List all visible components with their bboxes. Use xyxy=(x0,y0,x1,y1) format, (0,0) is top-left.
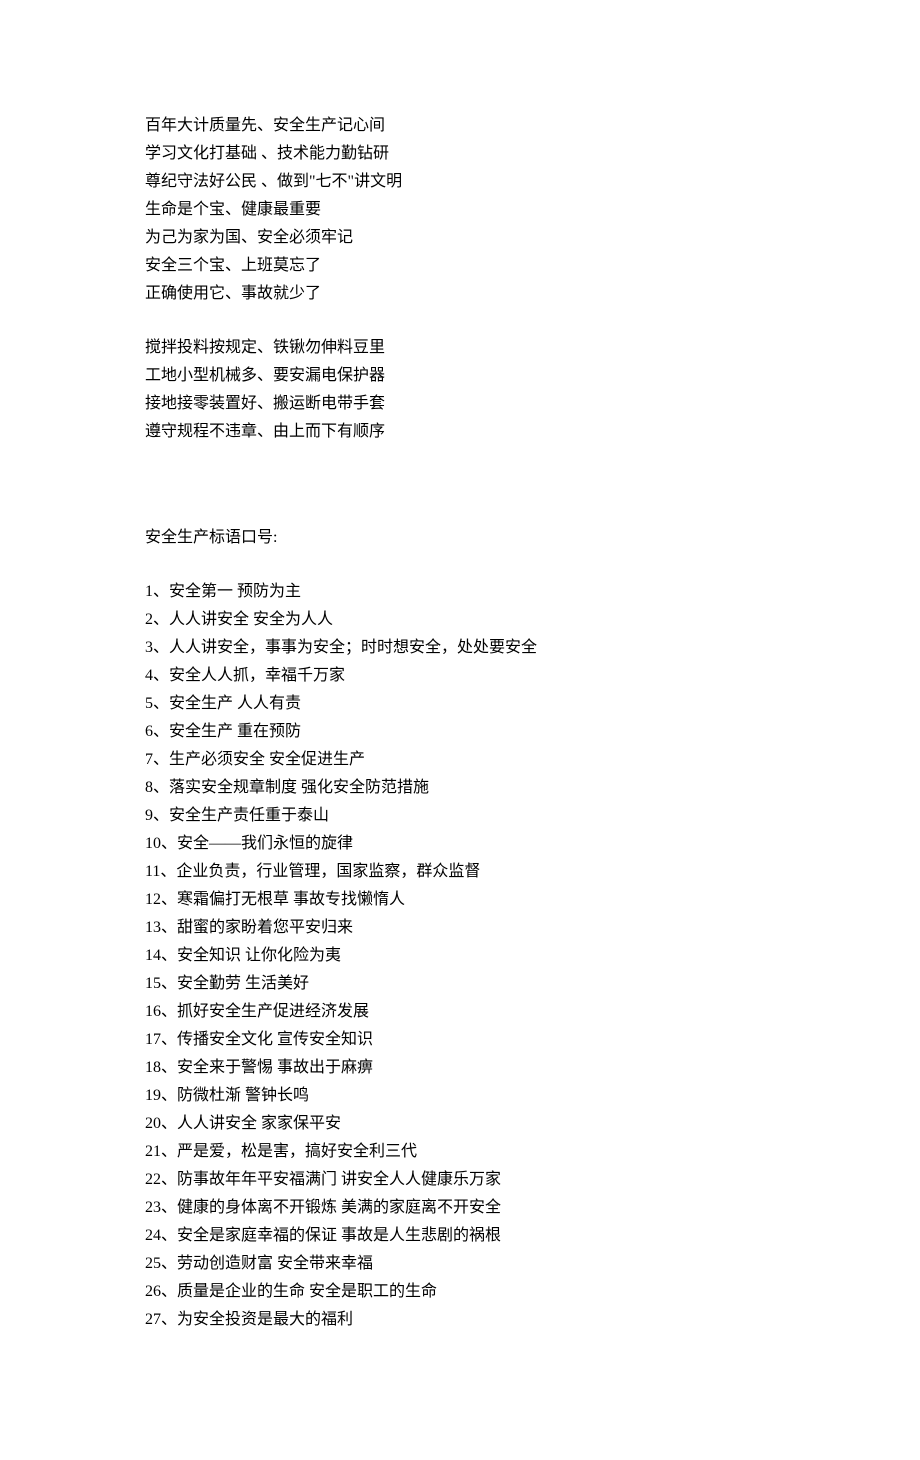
text-line: 生命是个宝、健康最重要 xyxy=(145,196,775,224)
text-line: 安全三个宝、上班莫忘了 xyxy=(145,252,775,280)
slogan-item: 2、人人讲安全 安全为人人 xyxy=(145,606,775,634)
slogan-item: 11、企业负责，行业管理，国家监察，群众监督 xyxy=(145,858,775,886)
slogan-item: 25、劳动创造财富 安全带来幸福 xyxy=(145,1250,775,1278)
slogan-item: 10、安全——我们永恒的旋律 xyxy=(145,830,775,858)
headline: 安全生产标语口号: xyxy=(145,524,775,552)
slogan-item: 4、安全人人抓，幸福千万家 xyxy=(145,662,775,690)
slogan-item: 13、甜蜜的家盼着您平安归来 xyxy=(145,914,775,942)
slogan-list: 1、安全第一 预防为主 2、人人讲安全 安全为人人 3、人人讲安全，事事为安全；… xyxy=(145,578,775,1334)
slogan-item: 16、抓好安全生产促进经济发展 xyxy=(145,998,775,1026)
slogan-item: 22、防事故年年平安福满门 讲安全人人健康乐万家 xyxy=(145,1166,775,1194)
slogan-item: 27、为安全投资是最大的福利 xyxy=(145,1306,775,1334)
slogan-item: 6、安全生产 重在预防 xyxy=(145,718,775,746)
slogan-item: 15、安全勤劳 生活美好 xyxy=(145,970,775,998)
slogan-item: 19、防微杜渐 警钟长鸣 xyxy=(145,1082,775,1110)
text-line: 遵守规程不违章、由上而下有顺序 xyxy=(145,418,775,446)
text-line: 搅拌投料按规定、铁锹勿伸料豆里 xyxy=(145,334,775,362)
slogan-item: 1、安全第一 预防为主 xyxy=(145,578,775,606)
text-line: 为己为家为国、安全必须牢记 xyxy=(145,224,775,252)
section-1: 百年大计质量先、安全生产记心间 学习文化打基础 、技术能力勤钻研 尊纪守法好公民… xyxy=(145,112,775,308)
text-line: 接地接零装置好、搬运断电带手套 xyxy=(145,390,775,418)
slogan-item: 20、人人讲安全 家家保平安 xyxy=(145,1110,775,1138)
text-line: 正确使用它、事故就少了 xyxy=(145,280,775,308)
text-line: 学习文化打基础 、技术能力勤钻研 xyxy=(145,140,775,168)
slogan-item: 23、健康的身体离不开锻炼 美满的家庭离不开安全 xyxy=(145,1194,775,1222)
slogan-item: 3、人人讲安全，事事为安全；时时想安全，处处要安全 xyxy=(145,634,775,662)
slogan-item: 17、传播安全文化 宣传安全知识 xyxy=(145,1026,775,1054)
document-page: 百年大计质量先、安全生产记心间 学习文化打基础 、技术能力勤钻研 尊纪守法好公民… xyxy=(0,0,920,1460)
text-line: 工地小型机械多、要安漏电保护器 xyxy=(145,362,775,390)
section-2: 搅拌投料按规定、铁锹勿伸料豆里 工地小型机械多、要安漏电保护器 接地接零装置好、… xyxy=(145,334,775,446)
text-line: 尊纪守法好公民 、做到"七不"讲文明 xyxy=(145,168,775,196)
slogan-item: 18、安全来于警惕 事故出于麻痹 xyxy=(145,1054,775,1082)
slogan-item: 7、生产必须安全 安全促进生产 xyxy=(145,746,775,774)
slogan-item: 8、落实安全规章制度 强化安全防范措施 xyxy=(145,774,775,802)
slogan-item: 5、安全生产 人人有责 xyxy=(145,690,775,718)
slogan-item: 21、严是爱，松是害，搞好安全利三代 xyxy=(145,1138,775,1166)
slogan-item: 14、安全知识 让你化险为夷 xyxy=(145,942,775,970)
slogan-item: 24、安全是家庭幸福的保证 事故是人生悲剧的祸根 xyxy=(145,1222,775,1250)
slogan-item: 9、安全生产责任重于泰山 xyxy=(145,802,775,830)
slogan-item: 12、寒霜偏打无根草 事故专找懒惰人 xyxy=(145,886,775,914)
headline-text: 安全生产标语口号: xyxy=(145,524,775,552)
text-line: 百年大计质量先、安全生产记心间 xyxy=(145,112,775,140)
